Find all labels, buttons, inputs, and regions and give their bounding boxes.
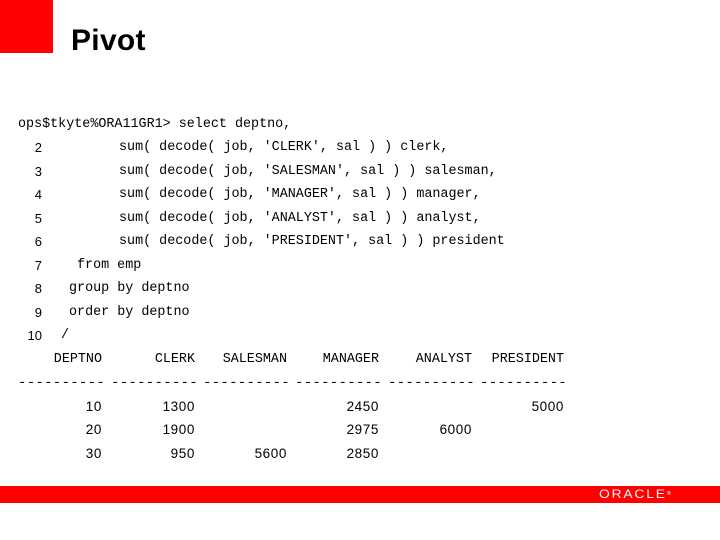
line-number: 5 <box>34 211 42 226</box>
line-number: 4 <box>34 187 42 202</box>
code-line: group by deptno <box>69 281 190 296</box>
column-separator: ---------- <box>388 375 476 391</box>
cell-salesman: 5600 <box>254 446 287 461</box>
cell-clerk: 1300 <box>162 399 195 414</box>
column-separator: ---------- <box>111 375 199 391</box>
column-separator: ---------- <box>295 375 383 391</box>
code-line: sum( decode( job, 'SALESMAN', sal ) ) sa… <box>119 164 497 179</box>
column-separator: ---------- <box>18 375 106 391</box>
cell-manager: 2975 <box>346 422 379 437</box>
prompt-line: ops$tkyte%ORA11GR1> select deptno, <box>18 117 292 132</box>
line-number: 6 <box>34 234 42 249</box>
line-number: 8 <box>34 281 42 296</box>
line-number: 7 <box>34 258 42 273</box>
code-line: sum( decode( job, 'CLERK', sal ) ) clerk… <box>119 140 449 155</box>
cell-clerk: 950 <box>170 446 195 461</box>
cell-analyst: 6000 <box>439 422 472 437</box>
brand-square <box>0 0 53 53</box>
code-line: sum( decode( job, 'MANAGER', sal ) ) man… <box>119 187 481 202</box>
code-line: sum( decode( job, 'ANALYST', sal ) ) ana… <box>119 211 481 226</box>
cell-deptno: 10 <box>85 399 102 414</box>
slide-title: Pivot <box>71 24 146 57</box>
cell-deptno: 20 <box>85 422 102 437</box>
line-number: 9 <box>34 305 42 320</box>
column-header: DEPTNO <box>53 352 102 367</box>
line-number: 3 <box>34 164 42 179</box>
column-header: PRESIDENT <box>491 352 564 367</box>
cell-manager: 2850 <box>346 446 379 461</box>
code-line: / <box>61 328 70 343</box>
column-header: ANALYST <box>415 352 472 367</box>
line-number: 10 <box>27 328 42 343</box>
cell-deptno: 30 <box>85 446 102 461</box>
column-separator: ---------- <box>480 375 568 391</box>
logo-text: ORACLE <box>599 487 667 501</box>
oracle-logo: ORACLE® <box>599 487 671 502</box>
cell-manager: 2450 <box>346 399 379 414</box>
line-number: 2 <box>34 140 42 155</box>
column-header: CLERK <box>154 352 195 367</box>
registered-mark: ® <box>666 491 672 497</box>
code-line: sum( decode( job, 'PRESIDENT', sal ) ) p… <box>119 234 505 249</box>
column-header: MANAGER <box>322 352 379 367</box>
cell-clerk: 1900 <box>162 422 195 437</box>
column-separator: ---------- <box>203 375 291 391</box>
cell-president: 5000 <box>531 399 564 414</box>
code-line: order by deptno <box>69 305 190 320</box>
column-header: SALESMAN <box>222 352 287 367</box>
code-line: from emp <box>77 258 142 273</box>
